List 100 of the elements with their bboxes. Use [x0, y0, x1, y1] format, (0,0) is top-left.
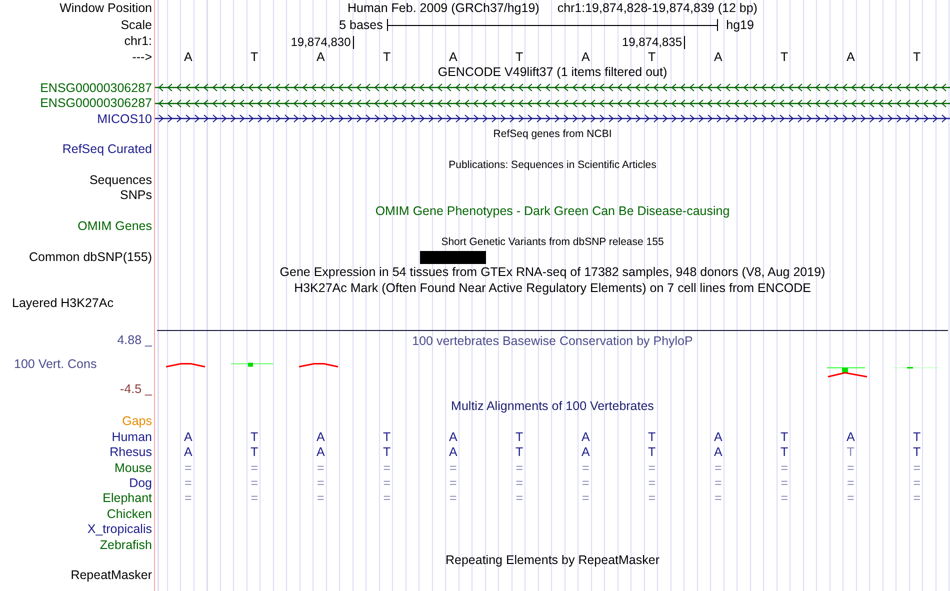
- track-label[interactable]: Chicken: [106, 508, 155, 520]
- track-title: Gene Expression in 54 tissues from GTEx RNA-seq of 17382 samples, 948 donors (V8, Aug 2019): [280, 266, 826, 279]
- track-label[interactable]: RepeatMasker: [70, 569, 155, 582]
- assembly-name: hg19: [725, 18, 754, 32]
- alignment-base: T: [250, 446, 258, 459]
- alignment-base: T: [250, 430, 258, 444]
- sequence-base: T: [250, 50, 258, 64]
- track-title: RefSeq genes from NCBI: [493, 128, 612, 140]
- alignment-base: =: [582, 492, 590, 505]
- track-title: Short Genetic Variants from dbSNP release 155: [441, 236, 664, 248]
- alignment-base: =: [913, 462, 921, 474]
- species-label[interactable]: Mouse: [114, 462, 155, 474]
- row-label: Window Position: [60, 2, 153, 14]
- alignment-base: =: [516, 492, 524, 505]
- alignment-base: T: [516, 446, 524, 459]
- track-label[interactable]: OMIM Genes: [78, 220, 155, 233]
- sequence-base: A: [846, 50, 855, 64]
- alignment-base: =: [846, 492, 854, 505]
- alignment-base: T: [516, 430, 524, 444]
- sequence-base: A: [316, 50, 325, 64]
- alignment-base: T: [383, 446, 391, 459]
- track-title: GENCODE V49lift37 (1 items filtered out): [438, 66, 668, 79]
- alignment-base: =: [184, 492, 192, 505]
- species-label[interactable]: Elephant: [102, 492, 155, 505]
- alignment-base: =: [582, 462, 590, 474]
- alignment-base: =: [780, 477, 788, 490]
- alignment-base: =: [449, 477, 457, 490]
- track-title: Publications: Sequences in Scientific Articles: [448, 160, 656, 170]
- alignment-base: =: [383, 477, 391, 490]
- alignment-base: =: [846, 462, 854, 474]
- track-title: H3K27Ac Mark (Often Found Near Active Regulatory Elements) on 7 cell lines from ENCODE: [294, 282, 811, 294]
- track-label[interactable]: ENSG00000306287: [40, 82, 155, 94]
- alignment-base: T: [913, 446, 921, 459]
- alignment-base: T: [846, 446, 854, 459]
- alignment-base: =: [648, 462, 656, 474]
- alignment-base: =: [913, 492, 921, 505]
- species-label[interactable]: Rhesus: [110, 446, 155, 459]
- alignment-base: A: [846, 430, 855, 444]
- alignment-base: A: [184, 430, 192, 444]
- sequence-base: A: [581, 50, 590, 64]
- track-label[interactable]: Zebrafish: [100, 538, 155, 552]
- sequence-base: A: [184, 50, 192, 64]
- alignment-base: A: [448, 446, 458, 459]
- alignment-base: =: [780, 462, 788, 474]
- alignment-base: A: [714, 430, 722, 444]
- species-label[interactable]: Human: [112, 430, 155, 444]
- track-label[interactable]: SNPs: [120, 189, 155, 202]
- track-label[interactable]: X_tropicalis: [87, 523, 155, 536]
- alignment-base: =: [383, 492, 391, 505]
- alignment-base: =: [780, 492, 788, 505]
- track-title: 100 vertebrates Basewise Conservation by PhyloP: [412, 334, 693, 350]
- alignment-base: =: [516, 462, 524, 474]
- track-title: Repeating Elements by RepeatMasker: [445, 554, 660, 566]
- alignment-base: A: [316, 446, 325, 459]
- coordinate-tick: 19,874,830: [290, 36, 354, 48]
- alignment-base: T: [648, 446, 656, 459]
- track-label[interactable]: ENSG00000306287: [40, 97, 155, 110]
- alignment-base: A: [448, 430, 458, 444]
- gene-feature-drawing[interactable]: [155, 83, 950, 92]
- species-label[interactable]: Dog: [129, 477, 155, 490]
- alignment-base: =: [449, 492, 457, 505]
- assembly-title: Human Feb. 2009 (GRCh37/hg19): [348, 1, 540, 16]
- axis-max-label: 4.88 _: [117, 333, 154, 348]
- alignment-base: T: [648, 430, 656, 444]
- alignment-base: A: [581, 430, 590, 444]
- track-title: OMIM Gene Phenotypes - Dark Green Can Be Disease-causing: [375, 204, 730, 218]
- track-label[interactable]: 100 Vert. Cons: [0, 357, 97, 372]
- alignment-base: T: [913, 430, 921, 444]
- alignment-base: =: [184, 477, 192, 490]
- track-label[interactable]: MICOS10: [97, 112, 155, 125]
- alignment-base: =: [184, 462, 192, 474]
- position-range: chr1:19,874,828-19,874,839 (12 bp): [557, 1, 758, 16]
- alignment-base: =: [648, 477, 656, 490]
- axis-min-label: -4.5 _: [120, 382, 154, 398]
- sequence-base: A: [714, 50, 722, 64]
- alignment-base: =: [250, 477, 258, 490]
- alignment-base: T: [780, 430, 788, 444]
- track-title: Multiz Alignments of 100 Vertebrates: [451, 400, 654, 413]
- row-label: chr1:: [124, 35, 153, 48]
- alignment-base: =: [516, 477, 524, 490]
- alignment-base: A: [184, 446, 192, 459]
- scale-length: 5 bases: [339, 18, 384, 32]
- track-label[interactable]: Sequences: [89, 174, 155, 187]
- variant-block[interactable]: [420, 250, 486, 264]
- sequence-base: T: [648, 50, 656, 64]
- alignment-base: T: [780, 446, 788, 459]
- track-label[interactable]: Common dbSNP(155): [29, 251, 155, 264]
- alignment-base: =: [449, 462, 457, 474]
- alignment-base: =: [316, 477, 324, 490]
- sequence-base: T: [913, 50, 921, 64]
- row-label: Scale: [120, 18, 153, 32]
- track-label[interactable]: Layered H3K27Ac: [0, 297, 114, 310]
- alignment-base: T: [383, 430, 391, 444]
- alignment-base: A: [581, 446, 590, 459]
- track-label[interactable]: RefSeq Curated: [62, 143, 155, 156]
- coordinate-tick: 19,874,835: [622, 36, 685, 48]
- gene-feature-drawing[interactable]: [155, 98, 950, 108]
- alignment-base: =: [316, 492, 324, 505]
- gene-feature-drawing[interactable]: [155, 114, 950, 124]
- sequence-base: A: [448, 50, 458, 64]
